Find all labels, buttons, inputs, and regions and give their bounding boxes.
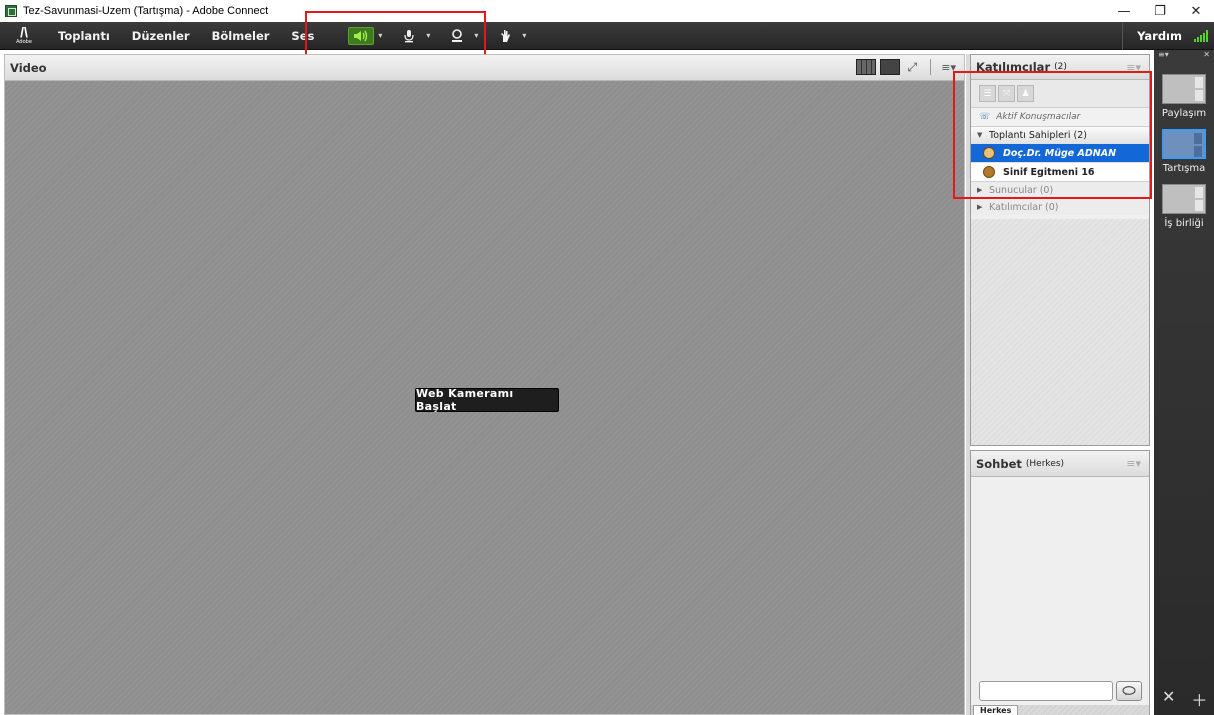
window-titlebar: Tez-Savunmasi-Uzem (Tartışma) - Adobe Co… xyxy=(0,0,1214,22)
add-layout-icon[interactable]: ＋ xyxy=(1191,687,1207,711)
speech-bubble-icon xyxy=(1122,686,1136,696)
menu-pods[interactable]: Bölmeler xyxy=(212,29,270,43)
video-area: Web Kameramı Başlat xyxy=(5,81,964,714)
chat-input-row xyxy=(971,679,1149,703)
layouts-bar-top: ≡▾ ✕ xyxy=(1154,50,1214,64)
chat-send-button[interactable] xyxy=(1116,681,1142,701)
video-pod-tools: ⤢ ≡▾ xyxy=(856,59,956,75)
video-pod: Video ⤢ ≡▾ Web Kameramı Başlat xyxy=(4,54,965,715)
layout-label: İş birliği xyxy=(1164,218,1204,229)
chat-input[interactable] xyxy=(979,681,1113,701)
layouts-close-icon[interactable]: ✕ xyxy=(1203,50,1210,64)
menu-layouts[interactable]: Düzenler xyxy=(132,29,190,43)
close-button[interactable]: ✕ xyxy=(1178,0,1214,22)
connection-signal-icon xyxy=(1194,30,1208,42)
chat-messages xyxy=(971,477,1149,677)
layout-thumbnail xyxy=(1162,129,1206,159)
app-icon xyxy=(5,5,17,17)
chat-tab-everyone[interactable]: Herkes xyxy=(973,705,1019,715)
filmstrip-view-button[interactable] xyxy=(856,59,877,75)
layouts-menu-icon[interactable]: ≡▾ xyxy=(1158,50,1169,64)
chat-scope: (Herkes) xyxy=(1025,458,1065,469)
group-label-participants: Katılımcılar (0) xyxy=(989,201,1059,213)
window-controls: — ❐ ✕ xyxy=(1106,0,1214,22)
adobe-logo-text: Adobe xyxy=(16,39,32,45)
group-row-participants[interactable]: ▶ Katılımcılar (0) xyxy=(971,198,1149,215)
chat-pod: Sohbet (Herkes) ≡▾ Herkes xyxy=(970,450,1150,715)
minimize-button[interactable]: — xyxy=(1106,0,1142,22)
delete-layout-icon[interactable]: ✕ xyxy=(1162,687,1175,711)
single-view-button[interactable] xyxy=(880,59,901,75)
toolbar-separator xyxy=(930,59,932,75)
fullscreen-icon[interactable]: ⤢ xyxy=(904,60,920,74)
menu-meeting[interactable]: Toplantı xyxy=(58,29,110,43)
chat-pod-menu-icon[interactable]: ≡▾ xyxy=(1126,457,1141,470)
layout-sharing[interactable]: Paylaşım xyxy=(1154,74,1214,119)
layout-thumbnail xyxy=(1162,74,1206,104)
layout-label: Paylaşım xyxy=(1161,108,1207,119)
layout-discussion[interactable]: Tartışma xyxy=(1154,129,1214,174)
help-menu[interactable]: Yardım xyxy=(1122,22,1182,50)
video-pod-header: Video ⤢ ≡▾ xyxy=(5,55,964,81)
layout-thumbnail xyxy=(1162,184,1206,214)
chat-pod-header: Sohbet (Herkes) ≡▾ xyxy=(971,451,1149,477)
menubar: /\ Adobe Toplantı Düzenler Bölmeler Ses … xyxy=(0,22,1214,50)
video-pod-title: Video xyxy=(10,60,47,75)
highlight-box-attendees xyxy=(953,71,1152,199)
layout-label: Tartışma xyxy=(1162,163,1206,174)
start-webcam-button[interactable]: Web Kameramı Başlat xyxy=(415,387,559,413)
collapse-arrow-icon: ▶ xyxy=(977,203,983,211)
attendees-empty-area xyxy=(971,219,1149,445)
raise-hand-dropdown-icon[interactable]: ▾ xyxy=(522,31,526,40)
layouts-bar: ≡▾ ✕ Paylaşım Tartışma İş birliği ✕ ＋ xyxy=(1154,50,1214,715)
layout-collaboration[interactable]: İş birliği xyxy=(1154,184,1214,229)
adobe-logo: /\ Adobe xyxy=(16,24,32,45)
chat-pod-title: Sohbet xyxy=(976,456,1022,471)
raise-hand-button[interactable]: ▾ xyxy=(492,26,526,46)
restore-button[interactable]: ❐ xyxy=(1142,0,1178,22)
window-title: Tez-Savunmasi-Uzem (Tartışma) - Adobe Co… xyxy=(23,5,269,17)
raise-hand-icon xyxy=(492,27,518,45)
layouts-bottom-actions: ✕ ＋ xyxy=(1162,687,1207,711)
